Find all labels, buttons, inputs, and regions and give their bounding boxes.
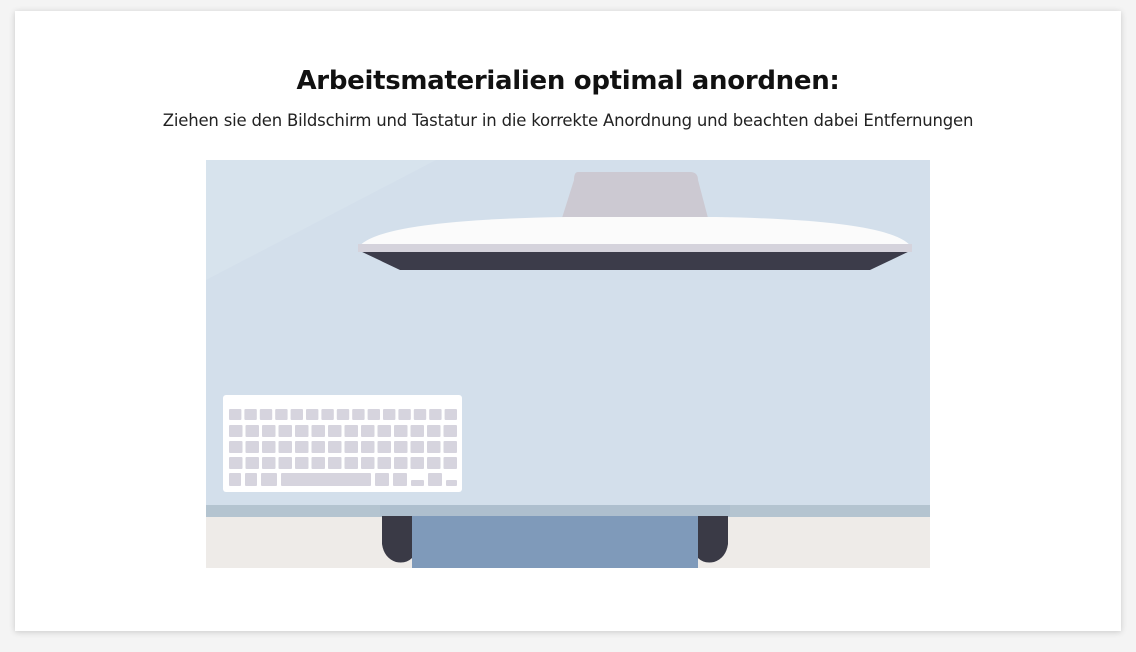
keyboard-key bbox=[229, 457, 243, 469]
keyboard-key bbox=[394, 425, 408, 437]
keyboard-key bbox=[428, 473, 442, 486]
keyboard-key bbox=[361, 441, 375, 453]
keyboard-key bbox=[262, 441, 276, 453]
keyboard-key bbox=[444, 409, 457, 420]
keyboard-key bbox=[377, 457, 391, 469]
keyboard-key bbox=[259, 409, 273, 420]
keyboard-key bbox=[261, 473, 277, 486]
keyboard-key bbox=[278, 441, 292, 453]
keyboard-key bbox=[262, 425, 276, 437]
keyboard-key bbox=[245, 457, 259, 469]
keyboard-key bbox=[375, 473, 389, 486]
keyboard-key bbox=[443, 441, 457, 453]
monitor-stand bbox=[562, 172, 708, 218]
keyboard-key bbox=[262, 457, 276, 469]
keyboard-key bbox=[328, 457, 342, 469]
keyboard-key bbox=[383, 409, 396, 420]
keyboard-key bbox=[394, 441, 408, 453]
keyboard-key bbox=[427, 425, 441, 437]
keyboard-key bbox=[328, 425, 342, 437]
keyboard-key bbox=[229, 473, 241, 486]
keyboard-key bbox=[229, 441, 243, 453]
monitor-screen-bottom bbox=[358, 250, 912, 270]
keyboard-key bbox=[427, 441, 441, 453]
keyboard-key bbox=[306, 409, 319, 420]
keyboard-key bbox=[427, 457, 441, 469]
chair-seat-top bbox=[380, 505, 730, 516]
keyboard-key bbox=[443, 457, 457, 469]
keyboard-key bbox=[321, 409, 334, 420]
keyboard-spacebar bbox=[281, 473, 371, 486]
keyboard-key bbox=[344, 425, 358, 437]
keyboard-key bbox=[410, 457, 424, 469]
chair-armrest-left bbox=[382, 512, 412, 563]
keyboard-key bbox=[377, 441, 391, 453]
keyboard-key bbox=[393, 473, 407, 486]
keyboard-key bbox=[413, 409, 427, 420]
keyboard-key bbox=[311, 441, 325, 453]
instruction-text: Ziehen sie den Bildschirm und Tastatur i… bbox=[162, 111, 974, 130]
keyboard-key bbox=[229, 425, 243, 437]
keyboard-key bbox=[336, 409, 350, 420]
keyboard-key bbox=[290, 409, 303, 420]
keyboard-key bbox=[328, 441, 342, 453]
workspace-scene bbox=[206, 160, 930, 568]
keyboard-key bbox=[278, 457, 292, 469]
keyboard-key bbox=[367, 409, 380, 420]
keyboard-key bbox=[410, 441, 424, 453]
monitor-edge bbox=[358, 244, 912, 252]
chair-seat bbox=[412, 508, 698, 568]
keyboard-key bbox=[394, 457, 408, 469]
keyboard-key bbox=[361, 457, 375, 469]
keyboard-key bbox=[278, 425, 292, 437]
exercise-card: Arbeitsmaterialien optimal anordnen: Zie… bbox=[15, 11, 1121, 631]
keyboard-key bbox=[245, 473, 257, 486]
keyboard-key bbox=[229, 409, 242, 420]
keyboard[interactable] bbox=[223, 395, 462, 492]
keyboard-key bbox=[295, 441, 309, 453]
workspace-illustration bbox=[206, 160, 930, 568]
keyboard-key bbox=[311, 457, 325, 469]
keyboard-key bbox=[446, 480, 457, 486]
keyboard-key bbox=[429, 409, 442, 420]
keyboard-key bbox=[410, 425, 424, 437]
keyboard-key bbox=[295, 425, 309, 437]
keyboard-key bbox=[398, 409, 411, 420]
keyboard-key bbox=[275, 409, 288, 420]
chair-armrest-right bbox=[698, 512, 728, 563]
page-title: Arbeitsmaterialien optimal anordnen: bbox=[296, 66, 840, 96]
keyboard-key bbox=[344, 457, 358, 469]
keyboard-key bbox=[295, 457, 309, 469]
keyboard-key bbox=[361, 425, 375, 437]
keyboard-key bbox=[245, 441, 259, 453]
keyboard-key bbox=[377, 425, 391, 437]
keyboard-key bbox=[344, 441, 358, 453]
keyboard-key bbox=[443, 425, 457, 437]
keyboard-key bbox=[352, 409, 365, 420]
keyboard-key bbox=[245, 425, 259, 437]
keyboard-key bbox=[311, 425, 325, 437]
keyboard-key bbox=[411, 480, 424, 486]
keyboard-key bbox=[244, 409, 257, 420]
